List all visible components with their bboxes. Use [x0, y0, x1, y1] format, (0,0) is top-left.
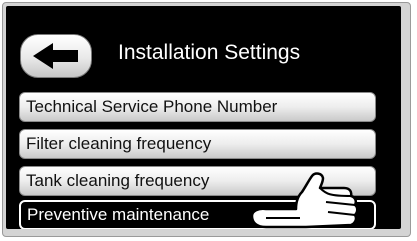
- pointing-hand-icon: [250, 172, 359, 229]
- arrow-left-icon: [33, 43, 78, 69]
- back-button[interactable]: [20, 34, 92, 78]
- menu-item-technical-service-phone-number[interactable]: Technical Service Phone Number: [19, 92, 376, 122]
- touch-screen: Installation Settings Technical Service …: [6, 6, 401, 229]
- page-title: Installation Settings: [118, 41, 301, 64]
- menu-item-filter-cleaning-frequency[interactable]: Filter cleaning frequency: [19, 129, 376, 159]
